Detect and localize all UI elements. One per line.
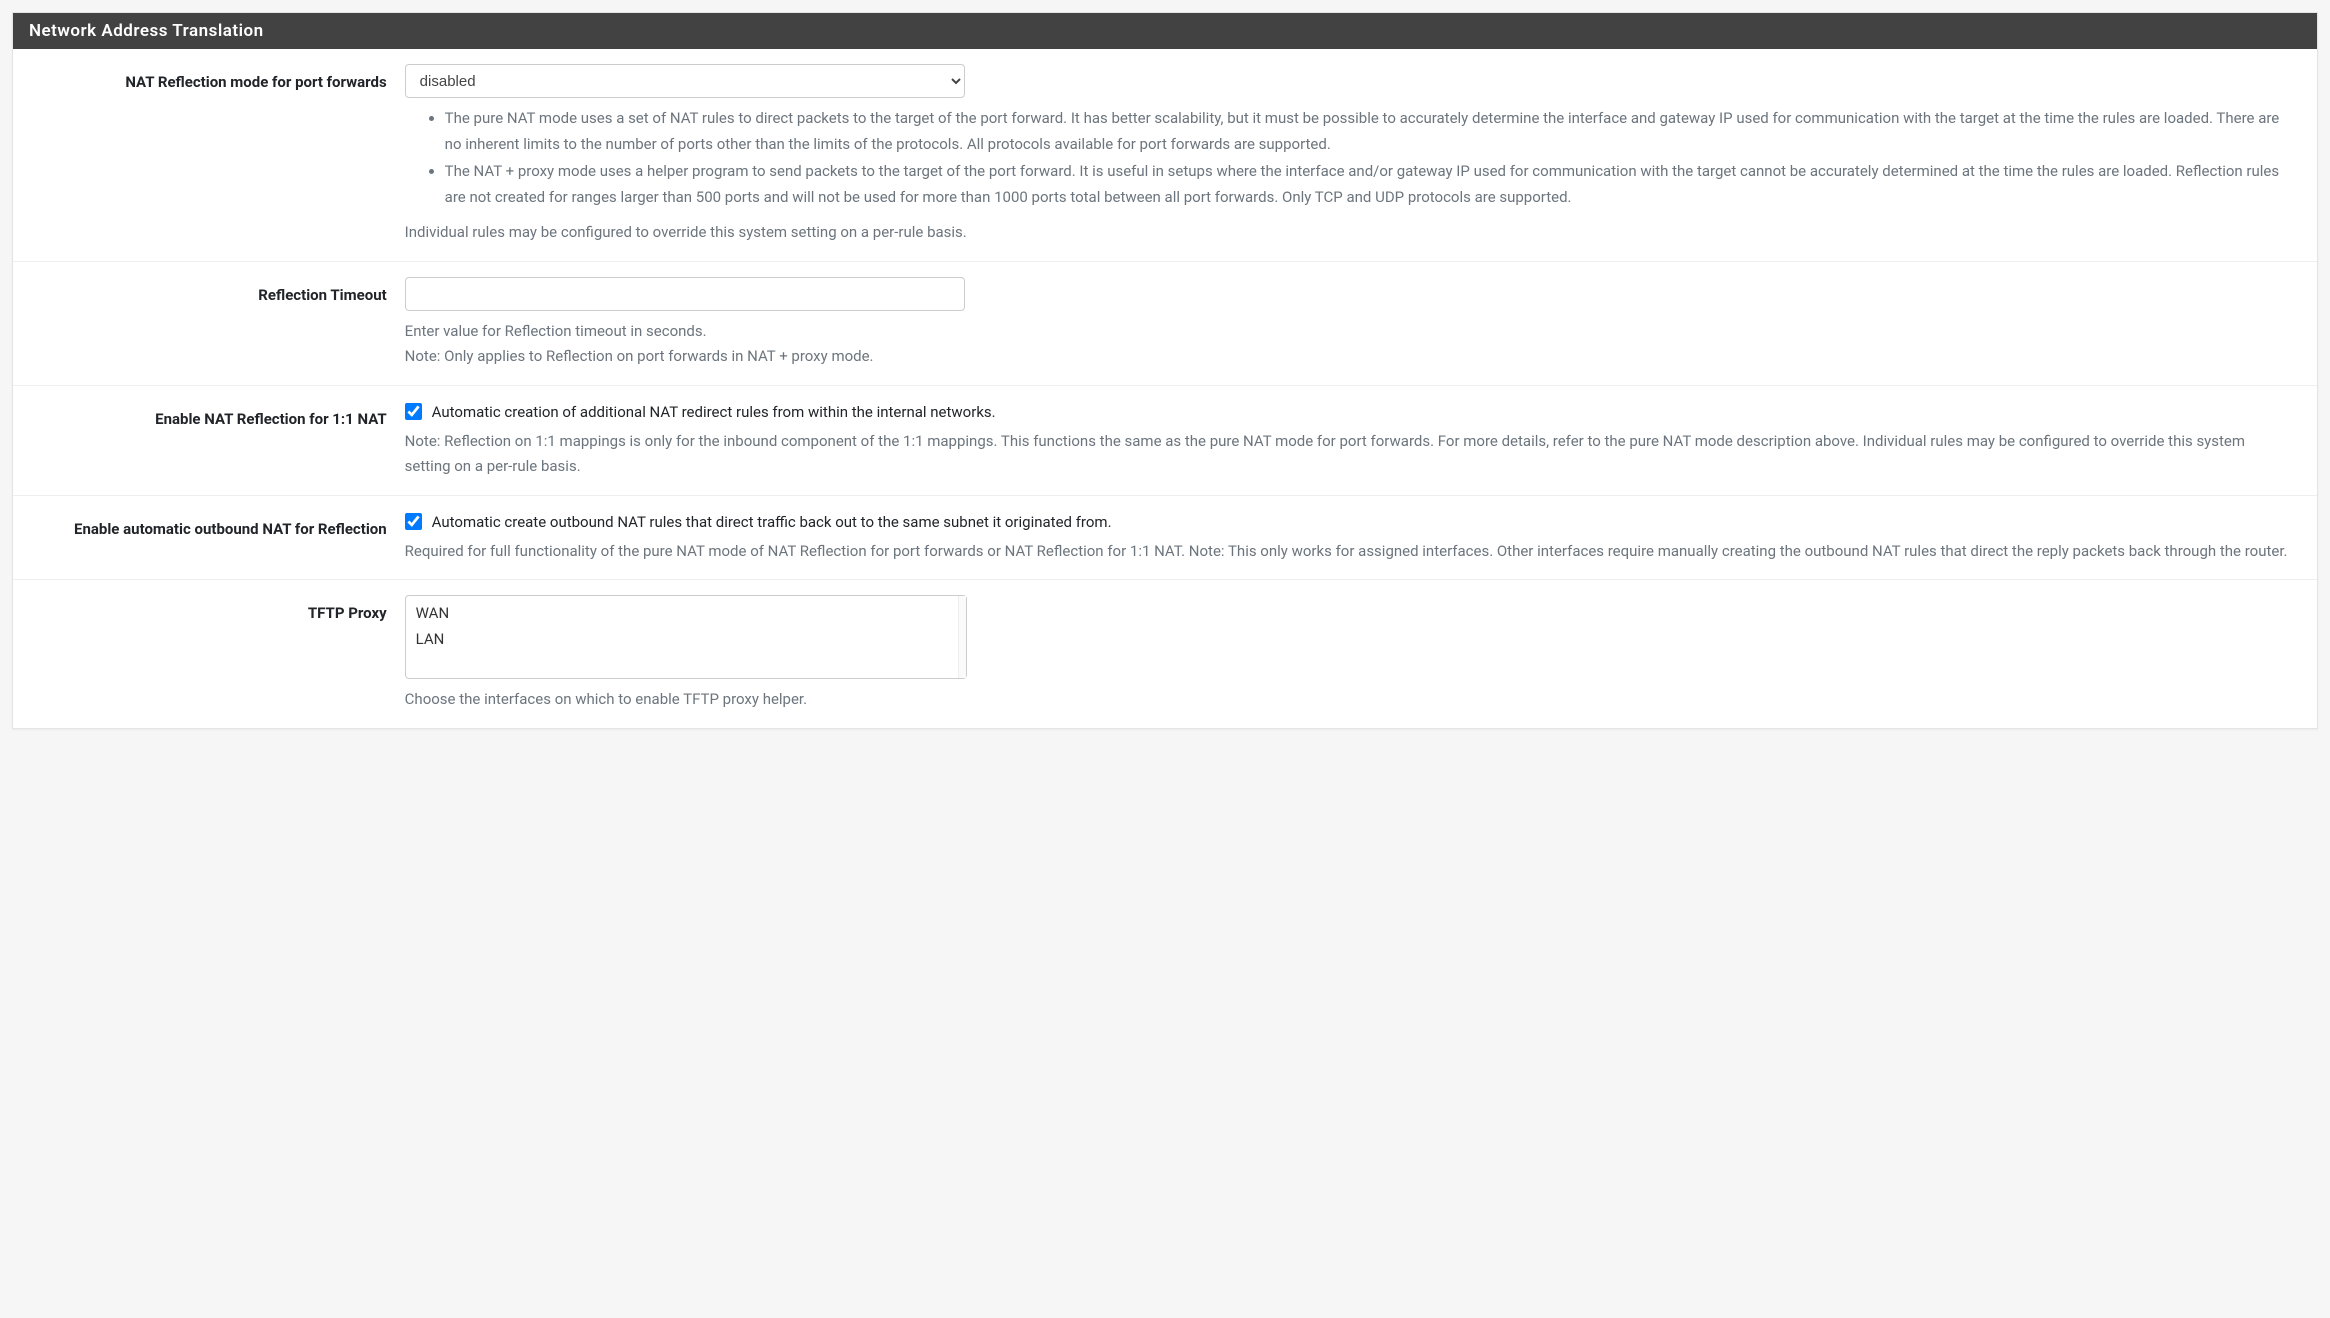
checkbox-label-1to1: Automatic creation of additional NAT red… (432, 403, 996, 421)
input-reflection-timeout[interactable] (405, 277, 965, 311)
content-nat-reflection-1to1: Automatic creation of additional NAT red… (405, 401, 2317, 480)
option-wan[interactable]: WAN (414, 600, 958, 626)
label-nat-reflection-mode: NAT Reflection mode for port forwards (13, 64, 405, 246)
help-list: The pure NAT mode uses a set of NAT rule… (405, 106, 2293, 210)
help-bullet-nat-proxy: The NAT + proxy mode uses a helper progr… (445, 159, 2293, 210)
help-line-note: Note: Only applies to Reflection on port… (405, 344, 2293, 370)
nat-panel: Network Address Translation NAT Reflecti… (12, 12, 2318, 729)
help-nat-reflection-1to1: Note: Reflection on 1:1 mappings is only… (405, 429, 2293, 480)
field-nat-reflection-mode: NAT Reflection mode for port forwards di… (13, 49, 2317, 262)
content-tftp-proxy: WAN LAN Choose the interfaces on which t… (405, 595, 2317, 713)
label-nat-reflection-1to1: Enable NAT Reflection for 1:1 NAT (13, 401, 405, 480)
help-bullet-pure-nat: The pure NAT mode uses a set of NAT rule… (445, 106, 2293, 157)
checkbox-label-outbound: Automatic create outbound NAT rules that… (432, 513, 1112, 531)
content-nat-reflection-mode: disabled The pure NAT mode uses a set of… (405, 64, 2317, 246)
content-reflection-timeout: Enter value for Reflection timeout in se… (405, 277, 2317, 370)
help-nat-reflection-mode: The pure NAT mode uses a set of NAT rule… (405, 106, 2293, 246)
field-nat-reflection-1to1: Enable NAT Reflection for 1:1 NAT Automa… (13, 386, 2317, 496)
help-reflection-timeout: Enter value for Reflection timeout in se… (405, 319, 2293, 370)
checkbox-row-outbound: Automatic create outbound NAT rules that… (405, 513, 2293, 531)
help-tftp-proxy: Choose the interfaces on which to enable… (405, 687, 2293, 713)
help-footer-override: Individual rules may be configured to ov… (405, 220, 2293, 246)
help-text-tftp: Choose the interfaces on which to enable… (405, 687, 2293, 713)
field-tftp-proxy: TFTP Proxy WAN LAN Choose the interfaces… (13, 580, 2317, 728)
field-reflection-timeout: Reflection Timeout Enter value for Refle… (13, 262, 2317, 386)
help-line-enter-value: Enter value for Reflection timeout in se… (405, 319, 2293, 345)
checkbox-row-1to1: Automatic creation of additional NAT red… (405, 403, 2293, 421)
select-nat-reflection-mode[interactable]: disabled (405, 64, 965, 98)
label-reflection-timeout: Reflection Timeout (13, 277, 405, 370)
checkbox-auto-outbound[interactable] (405, 513, 422, 530)
panel-title: Network Address Translation (13, 13, 2317, 49)
checkbox-nat-reflection-1to1[interactable] (405, 403, 422, 420)
label-tftp-proxy: TFTP Proxy (13, 595, 405, 713)
content-auto-outbound: Automatic create outbound NAT rules that… (405, 511, 2317, 565)
scrollbar-track[interactable] (958, 596, 966, 678)
field-auto-outbound: Enable automatic outbound NAT for Reflec… (13, 496, 2317, 581)
option-lan[interactable]: LAN (414, 626, 958, 652)
help-text-outbound: Required for full functionality of the p… (405, 539, 2293, 565)
help-auto-outbound: Required for full functionality of the p… (405, 539, 2293, 565)
help-text-1to1: Note: Reflection on 1:1 mappings is only… (405, 429, 2293, 480)
label-auto-outbound: Enable automatic outbound NAT for Reflec… (13, 511, 405, 565)
multiselect-tftp-proxy[interactable]: WAN LAN (405, 595, 967, 679)
